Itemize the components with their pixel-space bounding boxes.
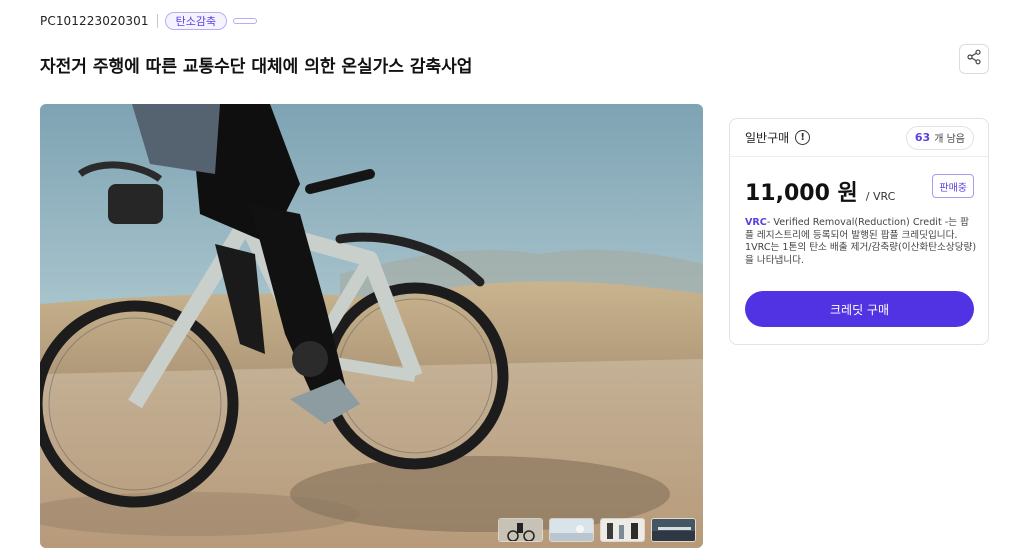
stock-badge: 63 개 남음 bbox=[905, 125, 974, 150]
purchase-panel: 일반구매 ! 63 개 남음 11,000 원 / VRC 판매중 VRC- V… bbox=[729, 118, 989, 345]
vrc-term: VRC bbox=[745, 217, 767, 228]
vrc-description-text: - Verified Removal(Reduction) Credit -는 … bbox=[745, 217, 977, 266]
thumbnail-building[interactable] bbox=[651, 518, 696, 542]
product-meta: PC101223020301 탄소감축 bbox=[40, 12, 258, 30]
info-icon[interactable]: ! bbox=[795, 130, 811, 145]
page-title: 자전거 주행에 따른 교통수단 대체에 의한 온실가스 감축사업 bbox=[40, 57, 473, 77]
stock-count: 63 bbox=[914, 131, 931, 144]
purchase-panel-header: 일반구매 ! 63 개 남음 bbox=[730, 119, 988, 157]
meta-divider bbox=[156, 14, 158, 28]
product-code: PC101223020301 bbox=[40, 14, 149, 28]
stock-suffix: 개 남음 bbox=[934, 134, 965, 145]
price-unit: / VRC bbox=[865, 190, 896, 203]
empty-tag bbox=[233, 18, 258, 24]
thumbnail-bikes[interactable] bbox=[600, 518, 645, 542]
buy-credit-button[interactable]: 크레딧 구매 bbox=[745, 291, 974, 327]
thumbnail-cyclist[interactable] bbox=[498, 518, 543, 542]
sale-status-badge: 판매중 bbox=[932, 174, 974, 198]
share-icon bbox=[966, 49, 982, 69]
thumbnail-strip bbox=[498, 518, 696, 542]
main-product-image[interactable] bbox=[40, 104, 703, 548]
purchase-type-label: 일반구매 bbox=[745, 131, 790, 145]
price-row: 11,000 원 / VRC bbox=[745, 175, 895, 207]
price: 11,000 원 bbox=[745, 181, 858, 206]
share-button[interactable] bbox=[959, 44, 989, 74]
vrc-description: VRC- Verified Removal(Reduction) Credit … bbox=[745, 217, 977, 267]
category-tag[interactable]: 탄소감축 bbox=[164, 12, 228, 30]
thumbnail-landscape[interactable] bbox=[549, 518, 594, 542]
